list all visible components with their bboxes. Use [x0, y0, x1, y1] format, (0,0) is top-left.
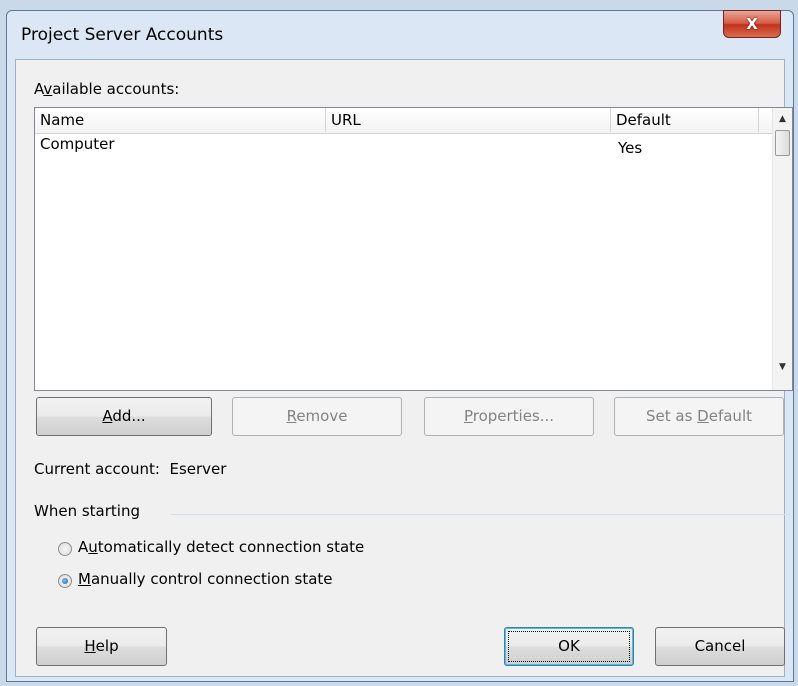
dialog-client-area: Available accounts: Name URL Default Com…: [15, 59, 793, 677]
set-as-default-button[interactable]: Set as Default: [614, 397, 784, 436]
account-name-cell: Computer: [40, 135, 115, 153]
manual-control-label[interactable]: Manually control connection state: [78, 570, 333, 588]
scroll-up-icon[interactable]: ▲: [773, 110, 792, 128]
auto-detect-label[interactable]: Automatically detect connection state: [78, 538, 364, 556]
account-default-cell: Yes: [618, 139, 643, 157]
project-server-accounts-dialog: Project Server Accounts X Available acco…: [6, 10, 794, 682]
vertical-scrollbar[interactable]: ▲ ▼: [772, 108, 792, 390]
focus-rectangle: [508, 631, 630, 662]
scrollbar-thumb[interactable]: [775, 130, 790, 156]
close-icon: X: [746, 15, 758, 33]
auto-detect-radio[interactable]: [58, 542, 72, 556]
current-account-value: Eserver: [169, 460, 227, 478]
title-bar[interactable]: Project Server Accounts X: [7, 10, 793, 59]
group-divider: [171, 514, 789, 515]
remove-button[interactable]: Remove: [232, 397, 402, 436]
add-button[interactable]: Add...: [36, 397, 212, 436]
dialog-title: Project Server Accounts: [21, 25, 224, 45]
when-starting-group-title: When starting: [34, 502, 140, 520]
column-header-url[interactable]: URL: [326, 108, 611, 132]
manual-control-radio[interactable]: [58, 574, 72, 588]
ok-button[interactable]: OK: [504, 627, 634, 666]
scroll-down-icon[interactable]: ▼: [773, 358, 792, 376]
properties-button[interactable]: Properties...: [424, 397, 594, 436]
list-header: Name URL Default: [35, 108, 774, 134]
current-account-label: Current account: Eserver: [34, 460, 227, 478]
column-header-name[interactable]: Name: [35, 108, 326, 132]
help-button[interactable]: Help: [36, 627, 167, 666]
available-accounts-label: Available accounts:: [34, 80, 180, 98]
close-button[interactable]: X: [723, 10, 781, 38]
cancel-button[interactable]: Cancel: [655, 627, 785, 666]
accounts-list[interactable]: Name URL Default Computer Yes ▲ ▼: [34, 107, 793, 391]
column-header-default[interactable]: Default: [611, 108, 759, 132]
